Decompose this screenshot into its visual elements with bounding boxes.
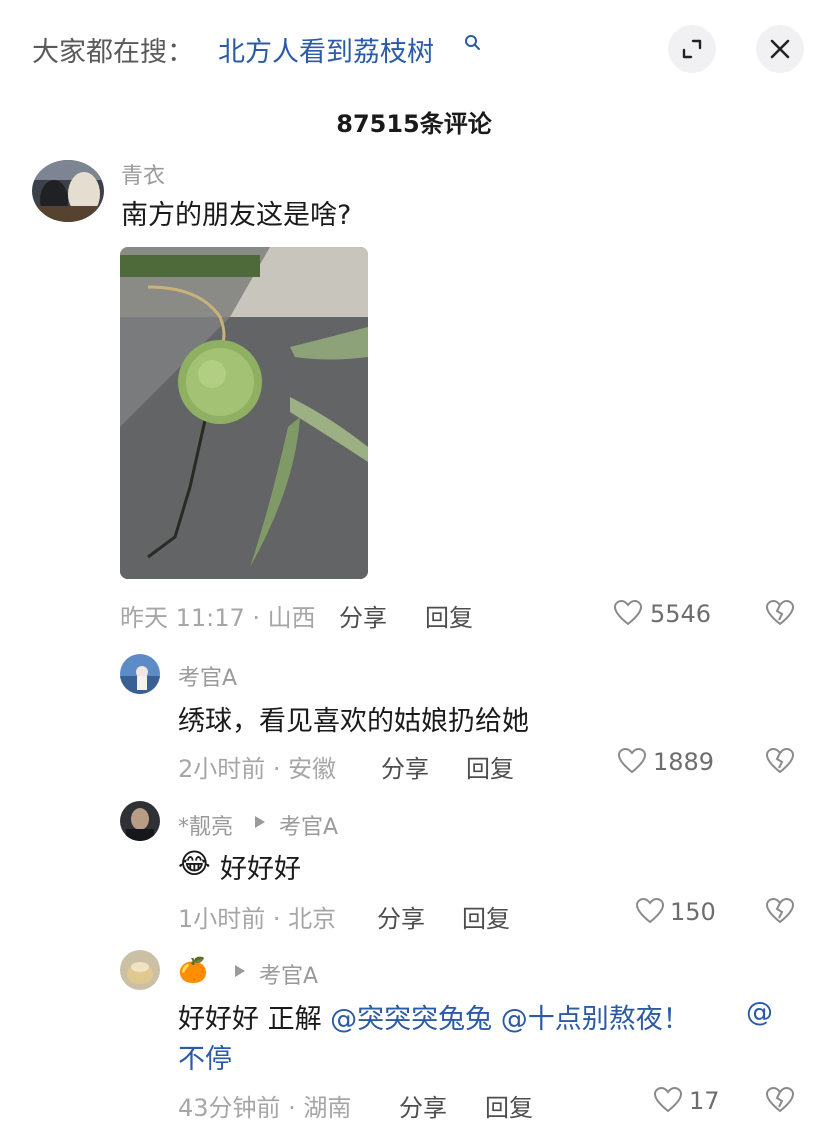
like-count: 150 bbox=[670, 898, 716, 926]
comment-photo[interactable] bbox=[120, 247, 368, 579]
like-count: 5546 bbox=[650, 600, 712, 628]
reply-button[interactable]: 回复 bbox=[485, 1088, 533, 1123]
dislike-icon[interactable] bbox=[766, 748, 794, 774]
avatar[interactable] bbox=[120, 801, 160, 841]
share-button[interactable]: 分享 bbox=[381, 749, 429, 784]
reply-text: 好好好 正解 @突突突兔兔 @十点别熬夜！ bbox=[178, 997, 690, 1036]
search-prefix-label: 大家都在搜： bbox=[32, 37, 194, 68]
share-button[interactable]: 分享 bbox=[399, 1088, 447, 1123]
like-count: 1889 bbox=[653, 748, 715, 776]
comment-meta: 昨天 11:17 · 山西 bbox=[120, 604, 316, 632]
comment-username[interactable]: 青衣 bbox=[121, 158, 165, 190]
reply-username[interactable]: *靓亮 bbox=[178, 809, 233, 841]
reply-arrow-icon bbox=[235, 965, 245, 977]
reply-meta: 43分钟前 · 湖南 bbox=[178, 1094, 352, 1122]
reply-meta: 1小时前 · 北京 bbox=[178, 905, 337, 933]
trending-search-link[interactable]: 北方人看到荔枝树 bbox=[218, 30, 434, 69]
reply-button[interactable]: 回复 bbox=[466, 749, 514, 784]
reply-meta: 2小时前 · 安徽 bbox=[178, 755, 337, 783]
reply-to-username[interactable]: 考官A bbox=[279, 809, 338, 841]
mention-link[interactable]: @十点别熬夜！ bbox=[501, 1004, 690, 1035]
reply-arrow-icon bbox=[255, 816, 265, 828]
reply-button[interactable]: 回复 bbox=[462, 899, 510, 934]
reply-to-username[interactable]: 考官A bbox=[259, 958, 318, 990]
mention-link[interactable]: @ bbox=[746, 997, 773, 1028]
close-icon bbox=[770, 39, 790, 59]
expand-icon bbox=[682, 39, 702, 59]
heart-icon[interactable] bbox=[618, 748, 646, 774]
reply-button[interactable]: 回复 bbox=[425, 598, 473, 633]
avatar[interactable] bbox=[120, 654, 160, 694]
reply-username[interactable]: 考官A bbox=[178, 660, 237, 692]
close-button[interactable] bbox=[756, 25, 804, 73]
search-icon bbox=[465, 35, 480, 50]
share-button[interactable]: 分享 bbox=[377, 899, 425, 934]
mention-link[interactable]: @突突突兔兔 bbox=[330, 1004, 492, 1035]
emoji-laugh-cry-icon: 😂 bbox=[178, 847, 211, 880]
dislike-icon[interactable] bbox=[766, 600, 794, 626]
reply-text: 绣球，看见喜欢的姑娘扔给她 bbox=[178, 706, 529, 737]
like-count: 17 bbox=[689, 1087, 720, 1115]
heart-icon[interactable] bbox=[654, 1087, 682, 1113]
avatar[interactable] bbox=[120, 950, 160, 990]
heart-icon[interactable] bbox=[636, 898, 664, 924]
comment-text: 南方的朋友这是啥? bbox=[121, 200, 352, 231]
comment-count-title: 87515条评论 bbox=[336, 110, 492, 138]
share-button[interactable]: 分享 bbox=[339, 598, 387, 633]
expand-button[interactable] bbox=[668, 25, 716, 73]
reply-username[interactable]: 🍊 bbox=[178, 956, 208, 984]
mention-link-continued[interactable]: 不停 bbox=[178, 1037, 232, 1076]
heart-icon[interactable] bbox=[614, 600, 642, 626]
reply-text-prefix: 好好好 正解 bbox=[178, 1004, 331, 1035]
dislike-icon[interactable] bbox=[766, 1087, 794, 1113]
dislike-icon[interactable] bbox=[766, 898, 794, 924]
avatar[interactable] bbox=[32, 160, 104, 222]
reply-text: 好好好 bbox=[220, 854, 301, 885]
